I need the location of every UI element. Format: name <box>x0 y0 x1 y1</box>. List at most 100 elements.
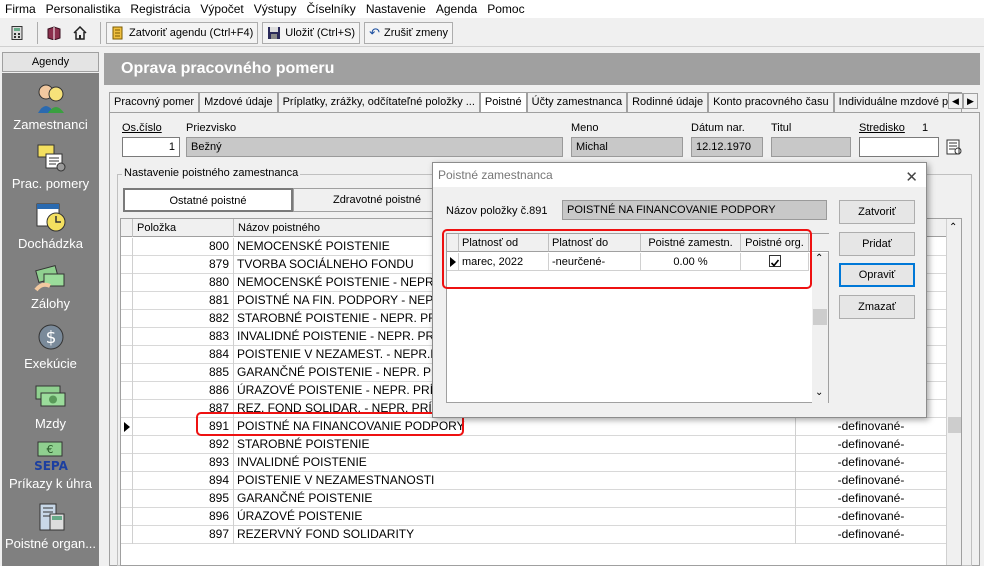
cell-definition: -definované- <box>796 454 947 472</box>
table-row[interactable]: 895 GARANČNÉ POISTENIE -definované- <box>121 490 961 508</box>
agenda-item-advances[interactable]: Zálohy <box>2 260 99 311</box>
scroll-up-arrow-icon[interactable]: ⌃ <box>949 222 957 233</box>
executions-icon: $ <box>38 324 63 350</box>
item-name-label: Názov položky č.891 <box>446 205 548 217</box>
row-indicator <box>121 274 133 292</box>
stredisko-label: Stredisko <box>859 122 905 134</box>
work-contracts-icon <box>37 144 65 172</box>
subtab-label: Zdravotné poistné <box>332 194 422 206</box>
highlight-row-891 <box>196 412 464 436</box>
cell-definition: -definované- <box>796 526 947 544</box>
row-indicator <box>121 364 133 382</box>
tab-1[interactable]: Mzdové údaje <box>199 92 278 112</box>
edit-button[interactable]: Opraviť <box>839 263 915 287</box>
row-indicator <box>121 382 133 400</box>
titul-label: Titul <box>771 122 792 134</box>
tab-scroll-left-button[interactable]: ◀ <box>948 93 963 109</box>
grid-header-polozka[interactable]: Položka <box>133 219 234 237</box>
close-icon[interactable]: ✕ <box>905 166 918 190</box>
tab-2[interactable]: Príplatky, zrážky, odčítateľné položky .… <box>277 92 480 112</box>
agenda-label: Zálohy <box>30 296 71 311</box>
cell-code: 897 <box>133 526 234 544</box>
cell-code: 883 <box>133 328 234 346</box>
scrollbar-thumb[interactable] <box>948 417 961 433</box>
agenda-item-executions[interactable]: $ Exekúcie <box>2 320 99 371</box>
cell-code: 800 <box>133 238 234 256</box>
calculator-button[interactable] <box>6 22 32 44</box>
datum-field[interactable]: 12.12.1970 <box>691 137 763 157</box>
grid-vertical-scrollbar[interactable]: ⌃ <box>946 219 961 565</box>
toolbar-separator <box>37 21 38 44</box>
insurance-dialog: Poistné zamestnanca ✕ Názov položky č.89… <box>432 162 927 418</box>
meno-label: Meno <box>571 122 599 134</box>
agenda-item-insurance-org[interactable]: Poistné organ... <box>2 500 99 551</box>
row-indicator <box>121 238 133 256</box>
tab-6[interactable]: Konto pracovného času <box>708 92 834 112</box>
menu-item[interactable]: Agenda <box>431 0 482 18</box>
menu-item[interactable]: Pomoc <box>482 0 529 18</box>
tab-3[interactable]: Poistné <box>479 92 527 112</box>
titul-field[interactable] <box>771 137 851 157</box>
menu-bar: Firma Personalistika Registrácia Výpočet Výs… <box>0 0 984 18</box>
cell-code: 880 <box>133 274 234 292</box>
toolbar: Zatvoriť agendu (Ctrl+F4) Uložiť (Ctrl+S… <box>0 19 984 47</box>
menu-item[interactable]: Firma <box>0 0 41 18</box>
delete-button[interactable]: Zmazať <box>839 295 915 319</box>
close-button[interactable]: Zatvoriť <box>839 200 915 224</box>
cell-code: 885 <box>133 364 234 382</box>
table-row[interactable]: 897 REZERVNÝ FOND SOLIDARITY -definované- <box>121 526 961 544</box>
table-row[interactable]: 896 ÚRAZOVÉ POISTENIE -definované- <box>121 508 961 526</box>
priezvisko-label: Priezvisko <box>186 122 237 134</box>
table-row[interactable]: 892 STAROBNÉ POISTENIE -definované- <box>121 436 961 454</box>
agenda-item-wages[interactable]: Mzdy <box>2 380 99 431</box>
row-indicator <box>121 472 133 490</box>
menu-item[interactable]: Výpočet <box>195 0 248 18</box>
current-row-marker-icon <box>124 422 130 432</box>
agenda-item-work-contracts[interactable]: Prac. pomery <box>2 140 99 191</box>
menu-item[interactable]: Nastavenie <box>361 0 431 18</box>
close-agenda-button[interactable]: Zatvoriť agendu (Ctrl+F4) <box>106 21 259 44</box>
button-label: Pridať <box>862 238 892 250</box>
home-button[interactable] <box>69 22 95 44</box>
agenda-label: Príkazy k úhra <box>8 476 93 491</box>
save-button[interactable]: Uložiť (Ctrl+S) <box>262 21 361 44</box>
sepa-payments-icon: € SEPA <box>34 441 68 473</box>
tab-4[interactable]: Účty zamestnanca <box>526 92 628 112</box>
add-button[interactable]: Pridať <box>839 232 915 256</box>
oscislo-field[interactable]: 1 <box>122 137 180 157</box>
scrollbar-thumb[interactable] <box>813 309 827 325</box>
close-agenda-icon <box>112 26 123 39</box>
scroll-up-arrow-icon[interactable]: ⌃ <box>815 253 823 264</box>
scroll-down-arrow-icon[interactable]: ⌄ <box>815 387 823 398</box>
tab-7[interactable]: Individuálne mzdové p... <box>833 92 963 112</box>
priezvisko-field[interactable]: Bežný <box>186 137 563 157</box>
cell-code: 893 <box>133 454 234 472</box>
table-row[interactable]: 893 INVALIDNÉ POISTENIE -definované- <box>121 454 961 472</box>
cell-code: 892 <box>133 436 234 454</box>
menu-item[interactable]: Registrácia <box>125 0 195 18</box>
item-name-field[interactable]: POISTNÉ NA FINANCOVANIE PODPORY <box>562 200 827 220</box>
row-indicator <box>121 508 133 526</box>
validity-vertical-scrollbar[interactable]: ⌃ ⌄ <box>812 253 828 403</box>
tab-0[interactable]: Pracovný pomer <box>109 92 200 112</box>
agenda-item-attendance[interactable]: Dochádzka <box>2 200 99 251</box>
menu-item[interactable]: Výstupy <box>249 0 302 18</box>
menu-item[interactable]: Číselníky <box>301 0 360 18</box>
stredisko-field[interactable] <box>859 137 939 157</box>
book-button[interactable] <box>43 22 69 44</box>
menu-item[interactable]: Personalistika <box>41 0 126 18</box>
cancel-changes-button[interactable]: ↶ Zrušiť zmeny <box>364 21 454 44</box>
meno-field[interactable]: Michal <box>571 137 683 157</box>
agenda-item-employees[interactable]: Zamestnanci <box>2 81 99 132</box>
lookup-list-icon[interactable] <box>946 139 963 156</box>
agenda-item-payment-orders[interactable]: € SEPA Príkazy k úhra <box>2 440 99 491</box>
book-icon <box>47 25 61 40</box>
button-label: Zmazať <box>858 301 896 313</box>
button-label: Opraviť <box>858 269 896 281</box>
tab-5[interactable]: Rodinné údaje <box>627 92 709 112</box>
subtab-other-insurance[interactable]: Ostatné poistné <box>123 188 293 212</box>
grid-indicator-header <box>121 219 133 237</box>
tab-scroll-right-button[interactable]: ▶ <box>963 93 978 109</box>
table-row[interactable]: 894 POISTENIE V NEZAMESTNANOSTI -definovan… <box>121 472 961 490</box>
cell-code: 881 <box>133 292 234 310</box>
